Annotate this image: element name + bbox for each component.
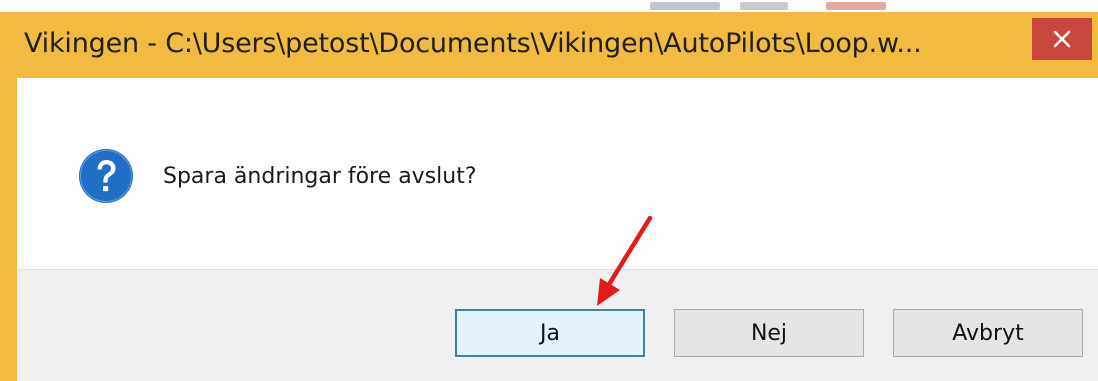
background-fragment (650, 2, 720, 10)
dialog-body: Spara ändringar före avslut? Ja Nej Avbr… (17, 78, 1098, 381)
question-icon (79, 149, 133, 203)
message-text: Spara ändringar före avslut? (163, 164, 477, 189)
message-dialog: Vikingen - C:\Users\petost\Documents\Vik… (0, 12, 1098, 381)
close-icon (1053, 30, 1071, 48)
window-title: Vikingen - C:\Users\petost\Documents\Vik… (24, 28, 922, 59)
close-button[interactable] (1032, 18, 1092, 60)
screenshot: Vikingen - C:\Users\petost\Documents\Vik… (0, 0, 1098, 381)
message-area: Spara ändringar före avslut? (17, 78, 1098, 269)
background-fragment (740, 2, 788, 10)
cancel-button[interactable]: Avbryt (893, 309, 1083, 357)
no-button[interactable]: Nej (674, 309, 864, 357)
yes-button[interactable]: Ja (455, 309, 645, 357)
button-bar: Ja Nej Avbryt (17, 269, 1098, 381)
title-bar[interactable]: Vikingen - C:\Users\petost\Documents\Vik… (0, 12, 1098, 78)
background-fragment (826, 2, 886, 10)
